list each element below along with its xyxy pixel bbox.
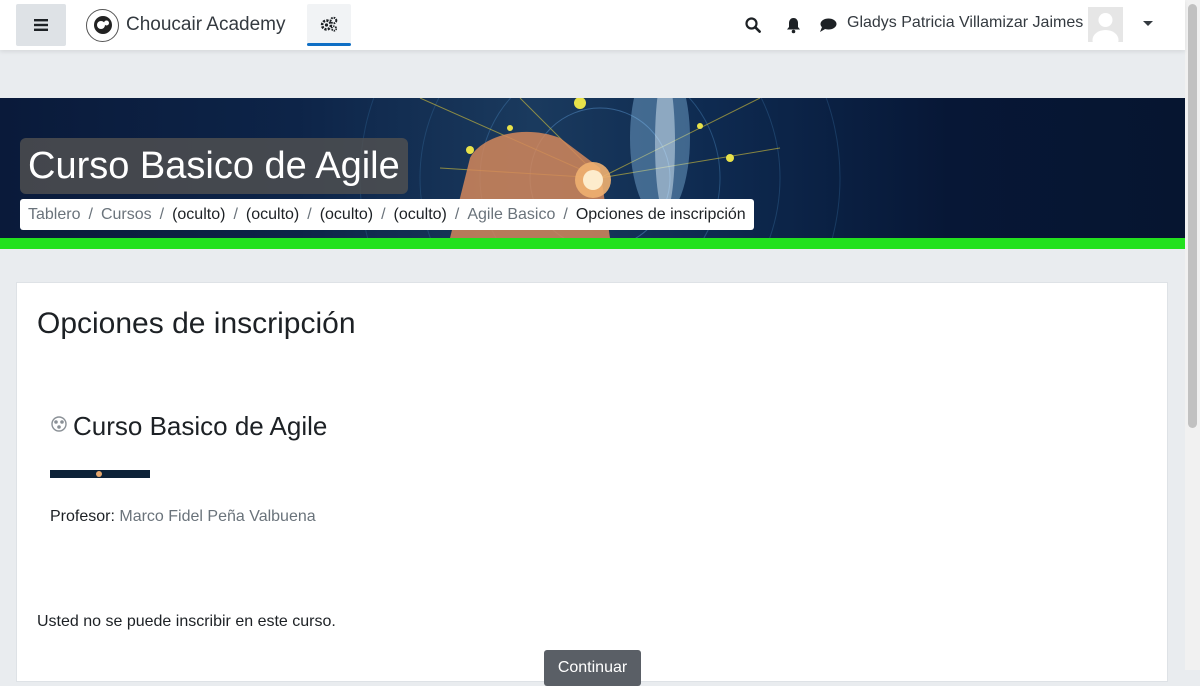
menu-toggle-button[interactable]	[16, 4, 66, 46]
breadcrumb-item[interactable]: Cursos	[101, 206, 152, 224]
breadcrumb-item[interactable]: Agile Basico	[467, 206, 555, 224]
top-navbar: Choucair Academy Gladys Patricia Villami…	[0, 0, 1185, 50]
user-name[interactable]: Gladys Patricia Villamizar Jaimes	[847, 14, 1083, 32]
course-thumbnail	[50, 470, 150, 478]
continue-button[interactable]: Continuar	[544, 650, 641, 686]
breadcrumb-separator: /	[88, 205, 93, 223]
breadcrumb-separator: /	[233, 205, 238, 223]
search-button[interactable]	[744, 16, 762, 34]
breadcrumb-separator: /	[159, 205, 165, 223]
notifications-button[interactable]	[784, 16, 802, 34]
enrol-notice: Usted no se puede inscribir en este curs…	[37, 613, 336, 630]
caret-down-icon[interactable]	[1143, 21, 1153, 26]
teacher-label: Profesor:	[50, 508, 115, 525]
breadcrumb-separator: /	[563, 205, 568, 223]
avatar[interactable]	[1088, 7, 1123, 42]
search-icon	[745, 17, 761, 33]
breadcrumb-separator: /	[454, 205, 460, 223]
gears-icon	[320, 16, 338, 32]
teacher-line: Profesor: Marco Fidel Peña Valbuena	[50, 508, 327, 526]
breadcrumb-item[interactable]: (oculto)	[394, 206, 447, 224]
bell-icon	[786, 17, 800, 33]
breadcrumb-item[interactable]: (oculto)	[320, 206, 373, 224]
chat-bubble-icon	[820, 18, 837, 32]
hamburger-menu-icon	[34, 19, 48, 31]
page-title-box: Curso Basico de Agile	[20, 138, 408, 194]
course-name-link[interactable]: Curso Basico de Agile	[50, 411, 327, 442]
breadcrumb-item[interactable]: Tablero	[28, 206, 80, 224]
breadcrumb-item[interactable]: (oculto)	[172, 206, 225, 224]
breadcrumb-separator: /	[381, 205, 386, 223]
brand-link[interactable]: Choucair Academy	[86, 8, 285, 42]
site-admin-button[interactable]	[307, 4, 351, 46]
main-content-card: Opciones de inscripción Curso Basico de …	[16, 282, 1168, 686]
scrollbar-thumb[interactable]	[1188, 4, 1197, 428]
course-name: Curso Basico de Agile	[73, 411, 328, 441]
breadcrumb-item[interactable]: (oculto)	[246, 206, 299, 224]
brand-name: Choucair Academy	[126, 14, 286, 35]
course-icon	[51, 415, 67, 432]
page-scrollbar[interactable]	[1185, 0, 1200, 670]
breadcrumb-separator: /	[307, 205, 312, 223]
breadcrumb-item[interactable]: Opciones de inscripción	[576, 206, 746, 224]
messages-button[interactable]	[819, 16, 837, 34]
banner-green-strip	[0, 238, 1185, 249]
course-summary-box: Curso Basico de Agile Profesor: Marco Fi…	[50, 411, 327, 526]
section-heading: Opciones de inscripción	[37, 307, 356, 340]
page-title: Curso Basico de Agile	[28, 145, 400, 187]
brand-logo	[86, 8, 119, 42]
teacher-name-link[interactable]: Marco Fidel Peña Valbuena	[119, 508, 315, 525]
breadcrumb: Tablero / Cursos / (oculto) / (oculto) / (oculto…	[20, 199, 754, 230]
